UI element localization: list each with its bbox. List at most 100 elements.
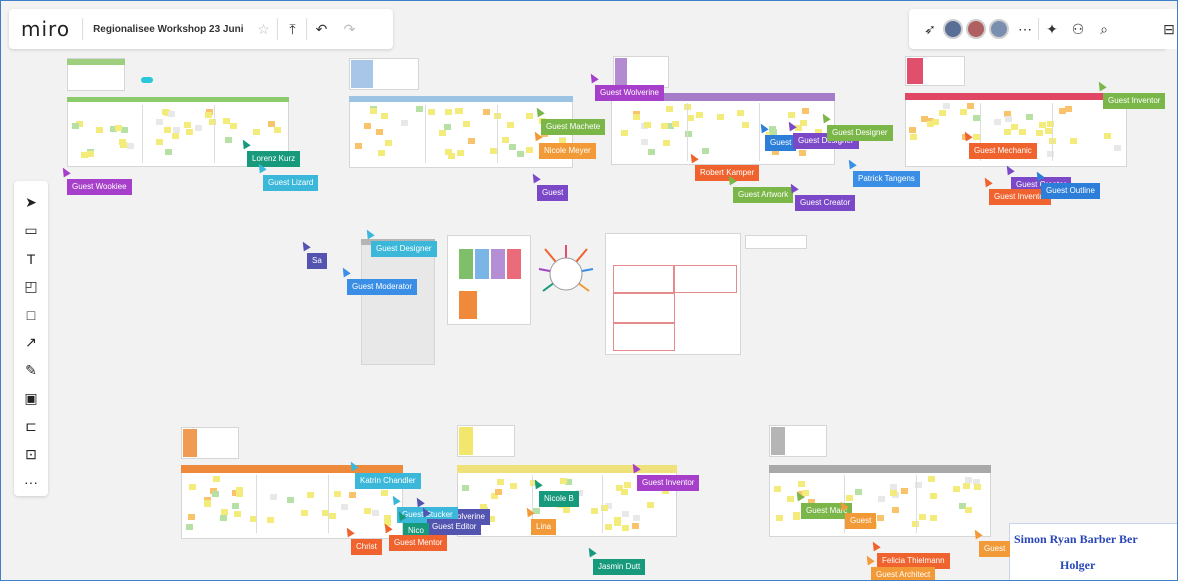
- more-icon[interactable]: ⋯: [1012, 21, 1038, 38]
- sticky-note[interactable]: [126, 143, 134, 150]
- sticky-note[interactable]: [378, 149, 386, 156]
- sticky-note[interactable]: [773, 486, 781, 493]
- sticky-note-tool[interactable]: ◰: [14, 273, 48, 301]
- sticky-note[interactable]: [167, 111, 175, 118]
- sticky-note[interactable]: [253, 128, 261, 135]
- sticky-note[interactable]: [1038, 121, 1046, 128]
- sticky-note[interactable]: [953, 485, 961, 492]
- sticky-note[interactable]: [846, 495, 854, 502]
- sticky-note[interactable]: [901, 487, 909, 494]
- board-title[interactable]: Regionalisee Workshop 23 Juni: [83, 24, 249, 35]
- sticky-note[interactable]: [661, 122, 669, 129]
- sticky-note[interactable]: [967, 103, 975, 109]
- sticky-note[interactable]: [172, 133, 180, 140]
- sticky-note[interactable]: [972, 115, 980, 122]
- sticky-note[interactable]: [266, 517, 274, 524]
- sticky-note[interactable]: [563, 506, 571, 513]
- sticky-note[interactable]: [274, 127, 282, 134]
- sticky-note[interactable]: [222, 118, 230, 125]
- sticky-note[interactable]: [932, 119, 940, 126]
- board-frame[interactable]: [745, 235, 807, 249]
- undo-icon[interactable]: ↶: [307, 15, 335, 43]
- sticky-note[interactable]: [632, 522, 640, 529]
- sticky-note[interactable]: [363, 123, 371, 130]
- sticky-note[interactable]: [461, 485, 469, 492]
- sticky-note[interactable]: [892, 507, 900, 514]
- sticky-note[interactable]: [684, 130, 692, 137]
- sticky-note[interactable]: [621, 488, 629, 495]
- sticky-note[interactable]: [195, 125, 203, 132]
- sticky-note[interactable]: [928, 476, 936, 483]
- sticky-note[interactable]: [590, 507, 598, 514]
- sticky-note[interactable]: [380, 490, 388, 497]
- sticky-note[interactable]: [930, 514, 938, 521]
- cursor-icon[interactable]: ➶: [917, 21, 943, 38]
- sticky-note[interactable]: [185, 523, 193, 530]
- sticky-note[interactable]: [918, 513, 926, 520]
- sticky-note[interactable]: [1011, 123, 1019, 130]
- sticky-note[interactable]: [1035, 130, 1043, 137]
- avatar[interactable]: [943, 19, 963, 39]
- sticky-note[interactable]: [115, 124, 123, 131]
- sticky-note[interactable]: [1049, 138, 1057, 145]
- sticky-note[interactable]: [663, 139, 671, 146]
- sticky-note[interactable]: [236, 490, 244, 497]
- sticky-note[interactable]: [962, 483, 970, 490]
- upload-tool[interactable]: ⊡: [14, 440, 48, 468]
- redo-icon[interactable]: ↷: [335, 15, 363, 43]
- sticky-note[interactable]: [502, 136, 510, 143]
- sticky-note[interactable]: [371, 509, 379, 516]
- sticky-note[interactable]: [212, 475, 220, 482]
- sticky-note[interactable]: [701, 147, 709, 154]
- avatar[interactable]: [989, 19, 1009, 39]
- sticky-note[interactable]: [604, 523, 612, 530]
- sticky-note[interactable]: [736, 109, 744, 116]
- sticky-note[interactable]: [155, 119, 163, 126]
- sticky-note[interactable]: [427, 108, 435, 115]
- sticky-note[interactable]: [164, 148, 172, 155]
- sticky-note[interactable]: [889, 484, 897, 491]
- sticky-note[interactable]: [221, 508, 229, 515]
- sticky-note[interactable]: [525, 147, 533, 154]
- sticky-note[interactable]: [163, 126, 171, 133]
- sticky-note[interactable]: [462, 120, 470, 127]
- sticky-note[interactable]: [632, 113, 640, 120]
- sticky-note[interactable]: [510, 483, 518, 490]
- sticky-note[interactable]: [621, 129, 629, 136]
- sticky-note[interactable]: [802, 108, 810, 115]
- sticky-note[interactable]: [959, 109, 967, 116]
- comment-tool[interactable]: ▣: [14, 384, 48, 412]
- sticky-note[interactable]: [270, 494, 278, 501]
- sticky-note[interactable]: [641, 139, 649, 146]
- sticky-note[interactable]: [665, 105, 673, 112]
- sticky-note[interactable]: [1064, 106, 1072, 113]
- collab-icon[interactable]: ⚇: [1065, 21, 1091, 38]
- panel-icon[interactable]: ⊟: [1161, 9, 1177, 49]
- sticky-note[interactable]: [717, 114, 725, 121]
- sticky-note[interactable]: [741, 122, 749, 129]
- sticky-note[interactable]: [695, 112, 703, 119]
- sticky-note[interactable]: [482, 109, 490, 116]
- mind-map[interactable]: [535, 243, 597, 305]
- sticky-note[interactable]: [234, 511, 242, 518]
- sticky-note[interactable]: [614, 520, 622, 527]
- sticky-note[interactable]: [1069, 137, 1077, 144]
- sticky-note[interactable]: [220, 514, 228, 521]
- miro-board[interactable]: miro Regionalisee Workshop 23 Juni ☆ ⤒ ↶…: [0, 0, 1178, 581]
- sticky-note[interactable]: [375, 128, 383, 135]
- sticky-note[interactable]: [890, 489, 898, 496]
- sticky-note[interactable]: [1047, 151, 1055, 158]
- miro-logo[interactable]: miro: [9, 17, 82, 41]
- sticky-note[interactable]: [439, 129, 447, 136]
- select-tool[interactable]: ➤: [14, 189, 48, 217]
- sticky-note[interactable]: [878, 495, 886, 502]
- sticky-note[interactable]: [119, 142, 127, 149]
- sticky-note[interactable]: [973, 483, 981, 490]
- sticky-note[interactable]: [1113, 145, 1121, 152]
- sticky-note[interactable]: [776, 514, 784, 521]
- sticky-note[interactable]: [646, 501, 654, 508]
- sticky-note[interactable]: [972, 133, 980, 140]
- sticky-note[interactable]: [204, 499, 212, 506]
- sticky-note[interactable]: [1018, 129, 1026, 136]
- sticky-note[interactable]: [495, 488, 503, 495]
